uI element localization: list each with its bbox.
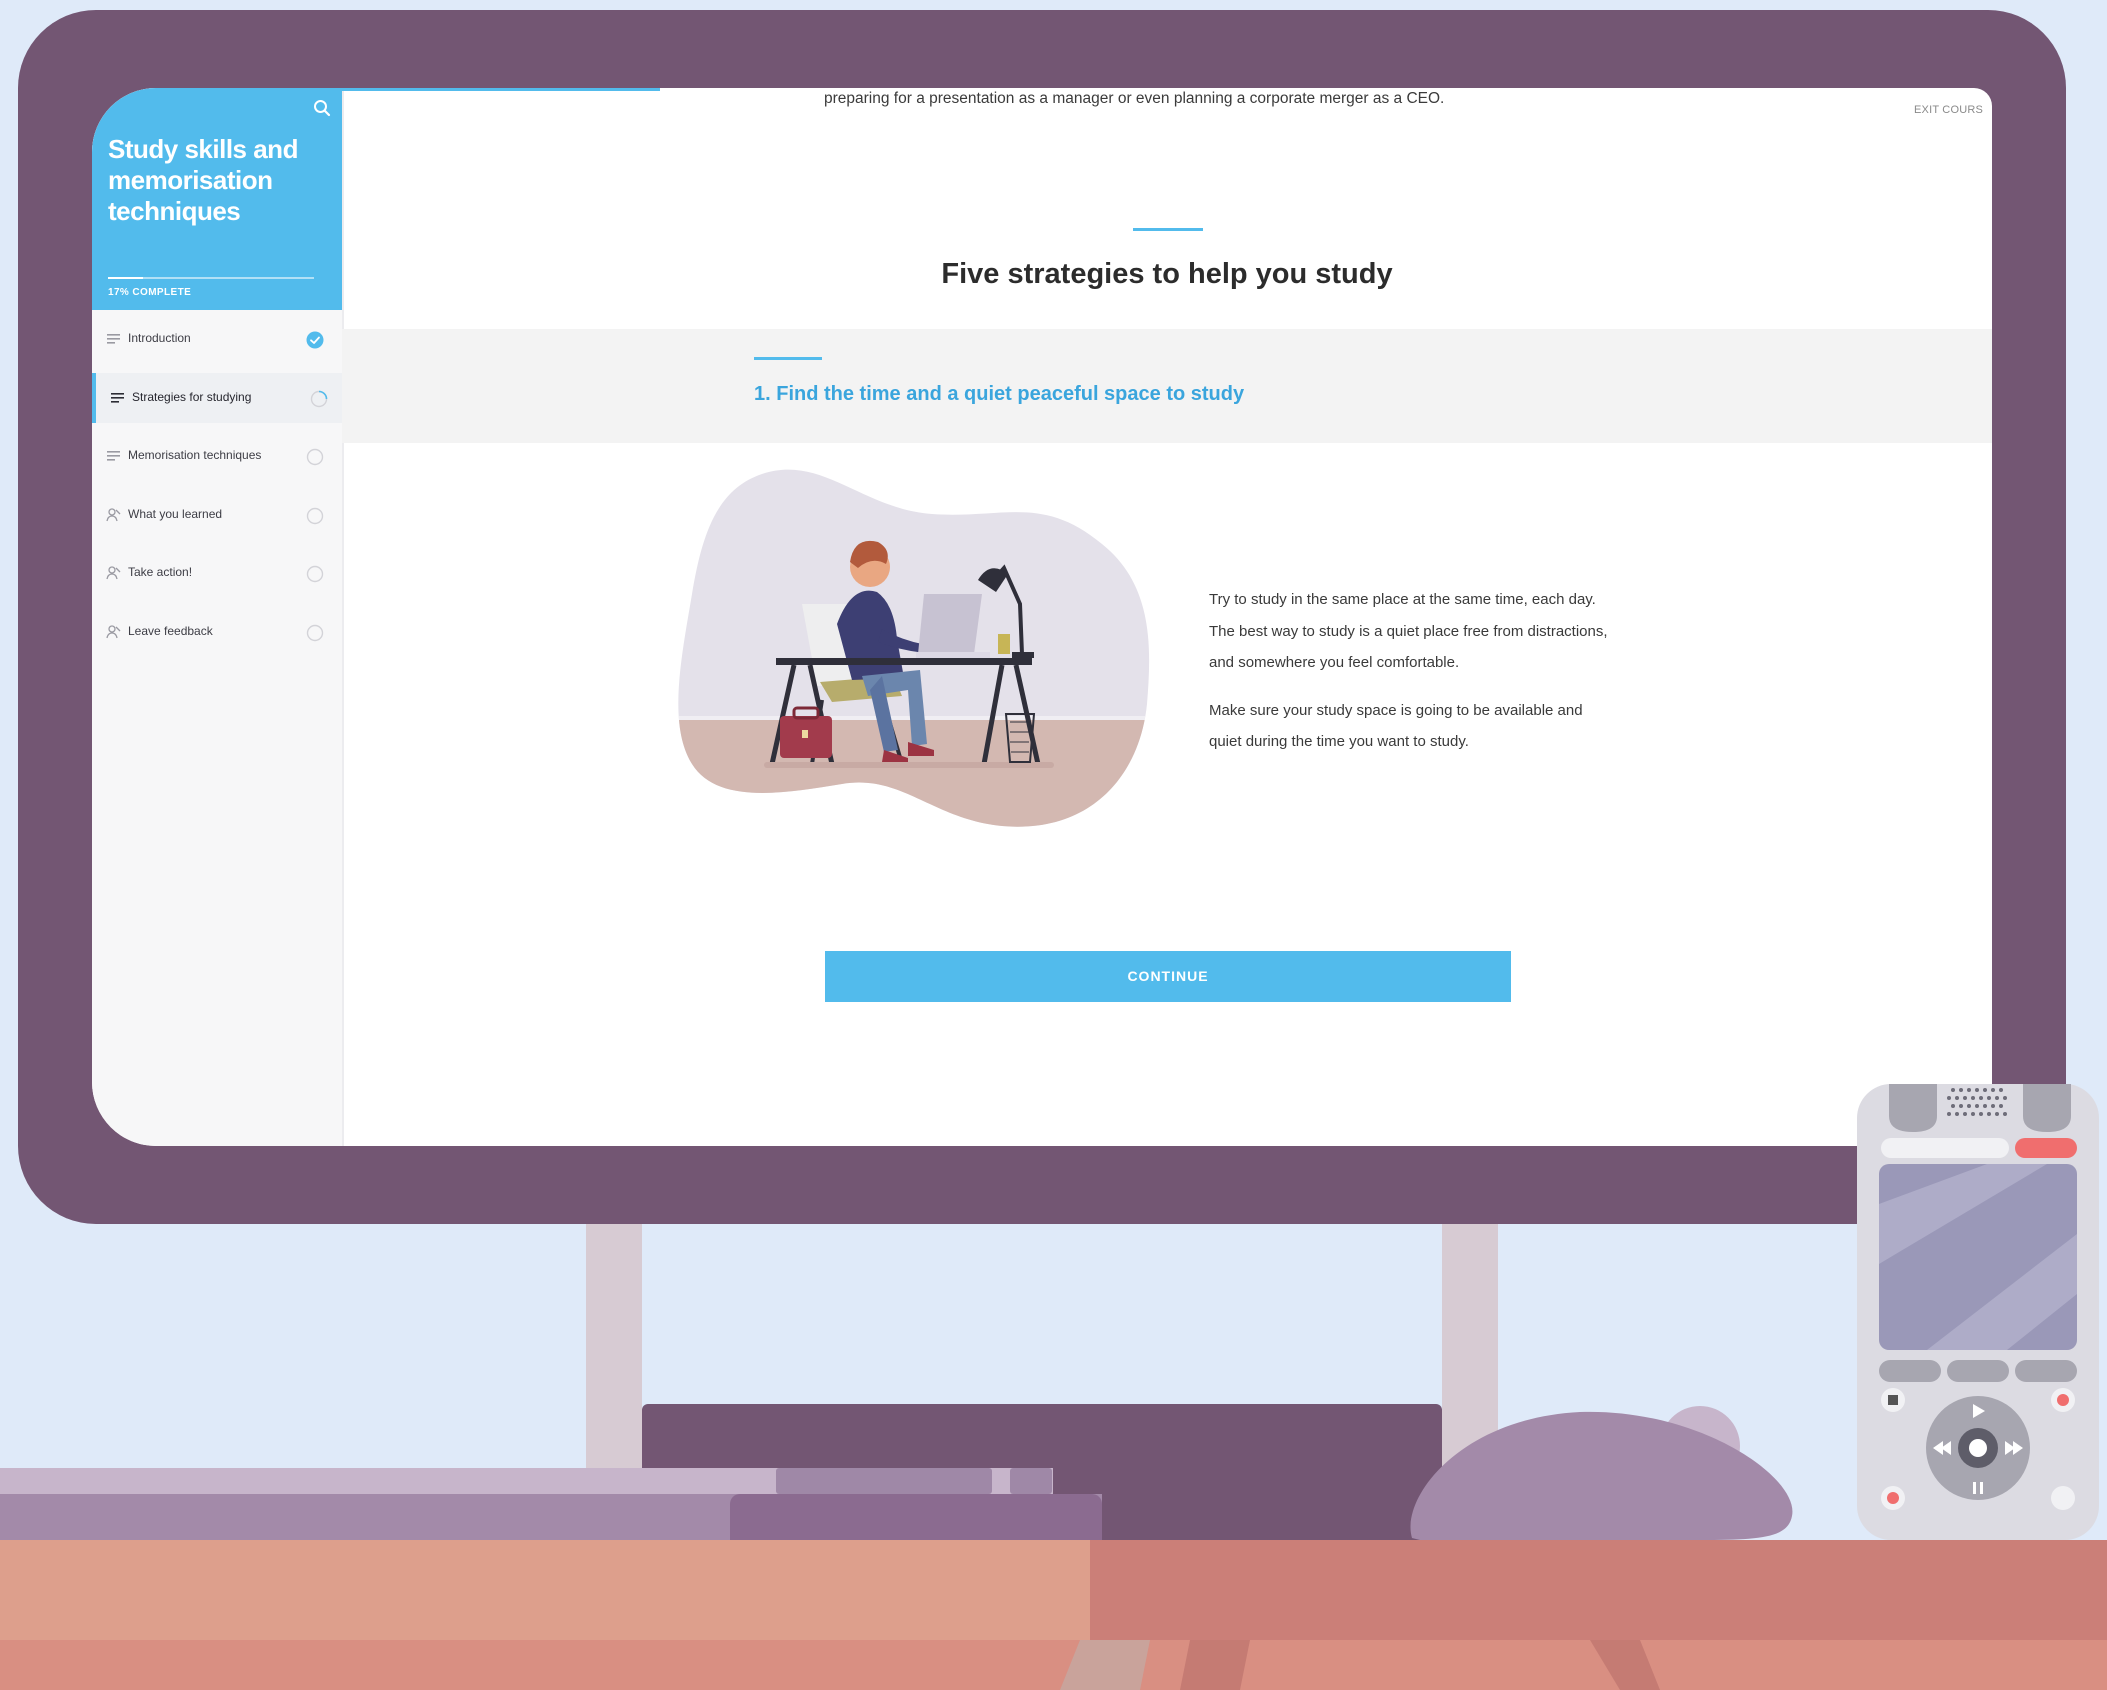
desk-top-shadow <box>1090 1540 2107 1640</box>
course-progress-label: 17% COMPLETE <box>108 287 192 298</box>
course-progress-fill <box>108 277 144 279</box>
sidebar-item[interactable]: What you learned <box>92 490 342 540</box>
sidebar-item-label: Introduction <box>128 331 191 345</box>
desk-top <box>0 1540 1090 1640</box>
lines-icon <box>107 451 120 461</box>
intro-text: preparing for a presentation as a manage… <box>824 90 1445 107</box>
monitor-stand-left <box>586 1224 642 1472</box>
sidebar-item-label: What you learned <box>128 506 223 521</box>
sidebar-item-label: Leave feedback <box>128 623 213 638</box>
body-text: Try to study in the same place at the sa… <box>1209 584 1619 774</box>
sidebar-item-label: Take action! <box>128 565 193 579</box>
body-paragraph: Try to study in the same place at the sa… <box>1209 591 1608 671</box>
computer-mouse <box>1410 1406 1793 1540</box>
lines-icon <box>111 392 124 403</box>
lesson-content: preparing for a presentation as a manage… <box>342 88 1992 1146</box>
checkmark-icon <box>306 331 324 349</box>
continue-button[interactable]: CONTINUE <box>825 951 1511 1002</box>
lesson-scroll-progress <box>342 88 660 91</box>
body-paragraph: Make sure your study space is going to b… <box>1209 701 1583 751</box>
keyboard-key <box>776 1468 992 1494</box>
sidebar-item[interactable]: Introduction <box>92 314 342 364</box>
keyboard-key <box>1010 1468 1052 1494</box>
empty-circle-icon <box>306 507 324 524</box>
empty-circle-icon <box>306 624 324 641</box>
subsection-divider <box>754 357 822 360</box>
person-icon <box>106 566 121 580</box>
heading-divider <box>1133 228 1203 231</box>
voice-recorder <box>1857 1084 2099 1540</box>
empty-circle-icon <box>306 565 324 583</box>
subsection-title: 1. Find the time and a quiet peaceful sp… <box>754 383 1245 405</box>
person-icon <box>106 624 121 638</box>
sidebar-header: Study skills and memorisation techniques… <box>92 88 342 310</box>
sidebar-item[interactable]: Leave feedback <box>92 607 342 657</box>
sidebar-item[interactable]: Strategies for studying <box>92 372 342 423</box>
progress-ring-icon <box>310 390 328 407</box>
course-progress-bar <box>108 277 314 279</box>
empty-circle-icon <box>306 448 324 466</box>
sidebar-item-label: Strategies for studying <box>132 389 252 404</box>
section-heading: Five strategies to help you study <box>941 258 1393 290</box>
sidebar-item-label: Memorisation techniques <box>128 448 262 462</box>
search-icon[interactable] <box>312 98 332 118</box>
sidebar-item[interactable]: Take action! <box>92 548 342 598</box>
course-title: Study skills and memorisation techniques <box>108 134 298 226</box>
subsection-band: 1. Find the time and a quiet peaceful sp… <box>342 329 1992 443</box>
course-screen: Study skills and memorisation techniques… <box>92 88 1992 1146</box>
study-illustration <box>678 469 1150 827</box>
person-icon <box>106 507 121 521</box>
course-sidebar: Study skills and memorisation techniques… <box>92 88 344 1146</box>
lines-icon <box>107 334 120 344</box>
desk-legs <box>1060 1640 1660 1690</box>
sidebar-item[interactable]: Memorisation techniques <box>92 431 342 481</box>
keyboard-pad <box>730 1494 1102 1544</box>
exit-course-link[interactable]: EXIT COURS <box>1914 104 1983 116</box>
